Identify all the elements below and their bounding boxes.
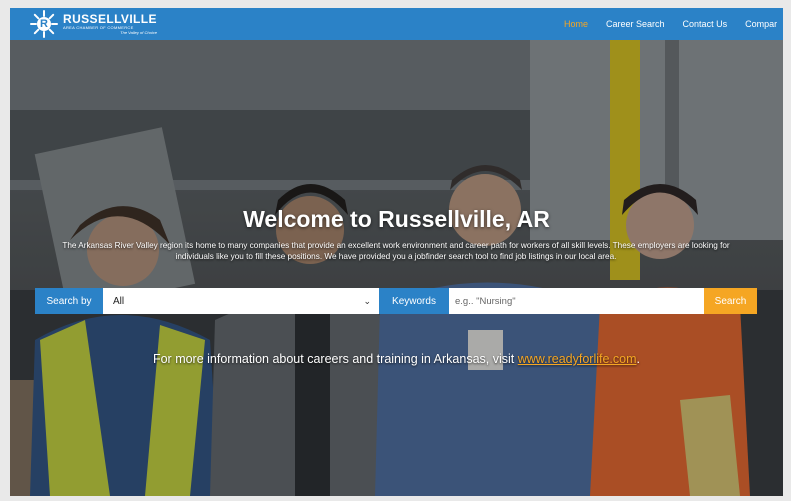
top-navbar: R RUSSELLVILLE AREA CHAMBER OF COMMERCE … (10, 8, 783, 40)
chevron-down-icon: ⌄ (363, 295, 371, 306)
brand-tagline: The Valley of Choice (120, 30, 157, 35)
hero-title: Welcome to Russellville, AR (243, 206, 550, 232)
readyforlife-link[interactable]: www.readyforlife.com (518, 352, 637, 366)
keywords-input[interactable]: e.g.. "Nursing" (449, 288, 704, 314)
info-text: For more information about careers and t… (152, 352, 518, 366)
nav-item-contact-us[interactable]: Contact Us (683, 19, 728, 29)
info-suffix: . (636, 352, 641, 366)
nav-item-companies[interactable]: Compar (745, 19, 777, 29)
hero-subtitle: The Arkansas River Valley region its hom… (62, 241, 730, 261)
chamber-logo[interactable]: R RUSSELLVILLE AREA CHAMBER OF COMMERCE … (30, 10, 157, 38)
keywords-label: Keywords (379, 288, 449, 314)
job-search-bar: Search by All ⌄ Keywords e.g.. "Nursing"… (35, 288, 757, 314)
careers-info-text: For more information about careers and t… (10, 352, 783, 366)
hero-dark-overlay (10, 40, 783, 496)
logo-text: RUSSELLVILLE AREA CHAMBER OF COMMERCE Th… (63, 13, 157, 35)
search-by-select[interactable]: All ⌄ (103, 288, 379, 314)
search-by-label: Search by (35, 288, 103, 314)
browser-viewport: R RUSSELLVILLE AREA CHAMBER OF COMMERCE … (10, 8, 783, 496)
logo-letter: R (37, 17, 51, 31)
nav-item-home[interactable]: Home (564, 19, 588, 29)
brand-name: RUSSELLVILLE (63, 12, 157, 26)
hero-section: Welcome to Russellville, AR The Arkansas… (10, 40, 783, 496)
sunburst-logo-icon: R (30, 10, 58, 38)
search-button[interactable]: Search (704, 288, 757, 314)
search-by-value: All (113, 295, 125, 307)
nav-menu: Home Career Search Contact Us Compar (564, 8, 783, 40)
nav-item-career-search[interactable]: Career Search (606, 19, 665, 29)
